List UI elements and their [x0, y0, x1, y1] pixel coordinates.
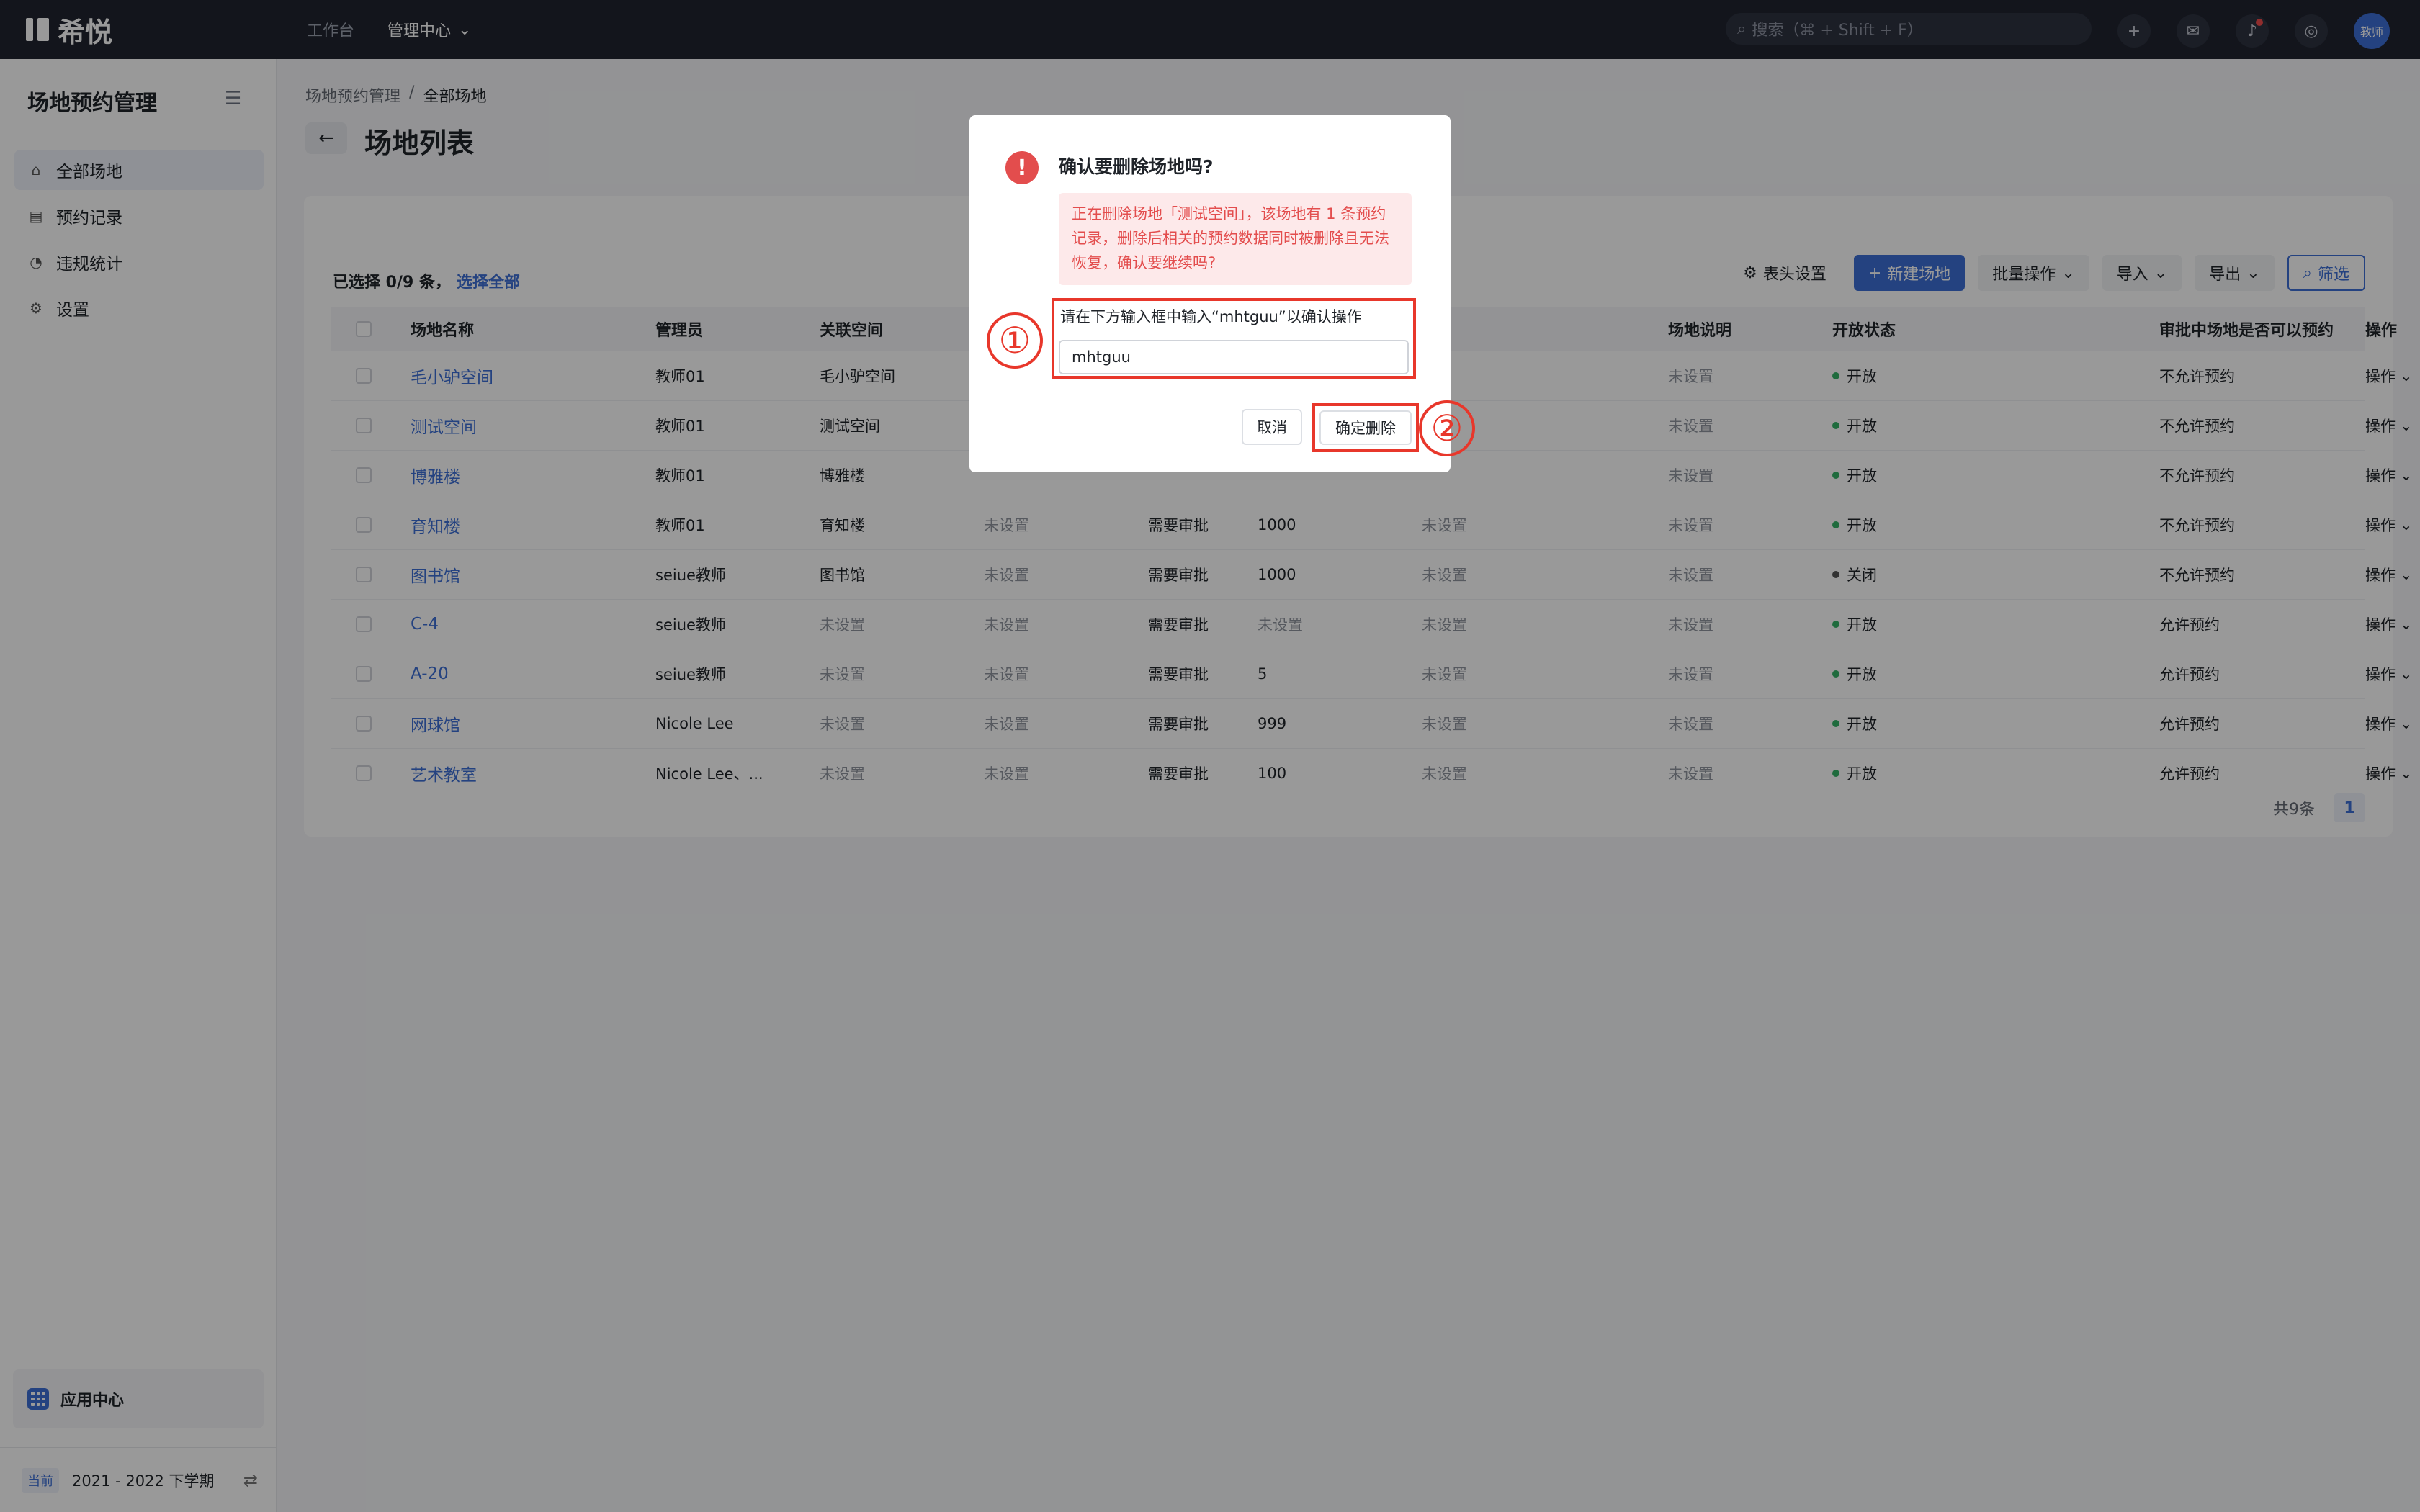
confirm-code-input[interactable] — [1059, 340, 1409, 374]
cancel-button[interactable]: 取消 — [1242, 409, 1302, 445]
warning-icon: ! — [1005, 151, 1039, 184]
dialog-title: 确认要删除场地吗? — [1059, 156, 1214, 177]
confirm-delete-button[interactable]: 确定删除 — [1319, 410, 1412, 445]
delete-warning: 正在删除场地「测试空间」，该场地有 1 条预约记录，删除后相关的预约数据同时被删… — [1059, 193, 1412, 285]
delete-confirm-dialog: ! 确认要删除场地吗? 正在删除场地「测试空间」，该场地有 1 条预约记录，删除… — [969, 115, 1475, 472]
annotation-marker-1: ① — [987, 312, 1043, 369]
confirm-button-highlight: 确定删除 — [1312, 403, 1419, 452]
annotation-marker-2: ② — [1419, 400, 1475, 456]
confirm-prompt: 请在下方输入框中输入“mhtguu”以确认操作 — [1060, 308, 1362, 325]
confirm-input-highlight: 请在下方输入框中输入“mhtguu”以确认操作 — [1052, 298, 1416, 379]
